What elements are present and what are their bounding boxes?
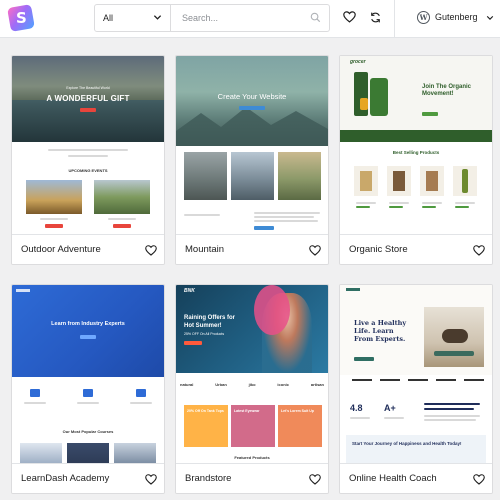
favorite-button[interactable] — [144, 243, 158, 257]
category-select[interactable]: All — [95, 5, 171, 31]
category-select-value: All — [103, 13, 114, 23]
page-builder-select[interactable]: W Gutenberg — [394, 0, 500, 37]
preview-hero: grocer Join The Organic Movement! — [340, 56, 492, 130]
preview-brand: artisan — [310, 382, 324, 387]
preview-hero-title: A WONDERFUL GIFT — [46, 94, 130, 103]
heart-icon — [309, 244, 321, 256]
chevron-down-icon — [153, 15, 162, 20]
template-card-footer: LearnDash Academy — [12, 463, 164, 493]
preview-promo: Let's Lorem Suit Up — [281, 409, 314, 413]
template-preview[interactable]: Explore The Beautiful World A WONDERFUL … — [12, 56, 164, 234]
heart-icon — [145, 244, 157, 256]
preview-hero: Live a Healthy Life. Learn From Experts. — [340, 285, 492, 375]
preview-hero-title: Join The Organic Movement! — [422, 84, 472, 97]
template-name: Online Health Coach — [349, 473, 437, 484]
preview-logo: BNK — [184, 288, 195, 294]
wordpress-icon: W — [417, 11, 430, 24]
favorite-button[interactable] — [308, 472, 322, 486]
template-card-brandstore[interactable]: BNK Raining Offers for Hot Summer! 25% O… — [175, 284, 329, 494]
page-builder-value: Gutenberg — [435, 12, 478, 22]
preview-hero-title: Create Your Website — [217, 92, 287, 101]
favorite-button[interactable] — [308, 243, 322, 257]
preview-hero-title: Raining Offers for Hot Summer! — [184, 315, 236, 329]
preview-hero-kicker: Explore The Beautiful World — [66, 86, 110, 90]
preview-brand: iconic — [277, 382, 289, 387]
template-name: Mountain — [185, 244, 225, 255]
preview-section-title: UPCOMING EVENTS — [68, 168, 108, 173]
preview-cta: Start Your Journey of Happiness and Heal… — [352, 441, 462, 446]
preview-logo: grocer — [350, 59, 366, 65]
preview-hero-title: Learn from Industry Experts — [51, 321, 125, 327]
template-card-mountain[interactable]: Create Your Website Mountain — [175, 55, 329, 265]
template-card-learndash-academy[interactable]: Learn from Industry Experts Our Most Pop… — [11, 284, 165, 494]
template-name: LearnDash Academy — [21, 473, 110, 484]
refresh-button[interactable] — [367, 9, 383, 25]
template-card-footer: Organic Store — [340, 234, 492, 264]
template-preview[interactable]: Live a Healthy Life. Learn From Experts.… — [340, 285, 492, 463]
app-logo[interactable]: S — [7, 4, 35, 32]
app-logo-letter: S — [15, 9, 27, 27]
heart-icon — [145, 473, 157, 485]
template-card-footer: Online Health Coach — [340, 463, 492, 493]
template-card-footer: Outdoor Adventure — [12, 234, 164, 264]
preview-hero-sub: 25% OFF On All Products — [184, 332, 225, 336]
preview-section-title: Our Most Popular Courses — [62, 429, 114, 434]
heart-icon — [342, 11, 356, 23]
favorite-button[interactable] — [144, 472, 158, 486]
filter-box: All — [94, 4, 330, 32]
template-name: Outdoor Adventure — [21, 244, 101, 255]
top-bar: S All W Gutenberg — [0, 0, 500, 38]
template-card-footer: Mountain — [176, 234, 328, 264]
favorite-button[interactable] — [472, 243, 486, 257]
template-preview[interactable]: Learn from Industry Experts Our Most Pop… — [12, 285, 164, 463]
preview-promo: Latest Eyewear — [234, 409, 260, 413]
preview-brand: natural — [180, 382, 194, 387]
preview-brand-row: natural Urban jiko iconic artisan — [180, 382, 324, 387]
template-card-footer: Brandstore — [176, 463, 328, 493]
search-input[interactable] — [172, 5, 330, 31]
preview-section-title: Featured Products — [234, 455, 270, 460]
heart-icon — [309, 473, 321, 485]
template-name: Organic Store — [349, 244, 408, 255]
template-preview[interactable]: grocer Join The Organic Movement! Best S… — [340, 56, 492, 234]
refresh-icon — [370, 12, 380, 22]
preview-brand: Urban — [215, 382, 227, 387]
preview-stat: A+ — [384, 403, 396, 413]
preview-section-title: Best Selling Products — [392, 150, 440, 155]
preview-promo: 20% Off On Tank Tops — [187, 409, 224, 413]
heart-icon — [473, 244, 485, 256]
chevron-down-icon — [486, 16, 494, 20]
template-card-outdoor-adventure[interactable]: Explore The Beautiful World A WONDERFUL … — [11, 55, 165, 265]
template-card-organic-store[interactable]: grocer Join The Organic Movement! Best S… — [339, 55, 493, 265]
template-preview[interactable]: Create Your Website — [176, 56, 328, 234]
preview-hero: Create Your Website — [176, 56, 328, 146]
favorites-button[interactable] — [341, 9, 357, 25]
preview-hero: BNK Raining Offers for Hot Summer! 25% O… — [176, 285, 328, 373]
heart-icon — [473, 473, 485, 485]
preview-hero: Explore The Beautiful World A WONDERFUL … — [12, 56, 164, 142]
preview-hero-title: Live a Healthy Life. Learn From Experts. — [354, 319, 407, 343]
template-card-online-health-coach[interactable]: Live a Healthy Life. Learn From Experts.… — [339, 284, 493, 494]
preview-stat: 4.8 — [350, 403, 363, 413]
preview-brand: jiko — [248, 382, 256, 387]
template-preview[interactable]: BNK Raining Offers for Hot Summer! 25% O… — [176, 285, 328, 463]
search-icon — [310, 12, 321, 23]
favorite-button[interactable] — [472, 472, 486, 486]
preview-hero: Learn from Industry Experts — [12, 285, 164, 377]
template-name: Brandstore — [185, 473, 232, 484]
